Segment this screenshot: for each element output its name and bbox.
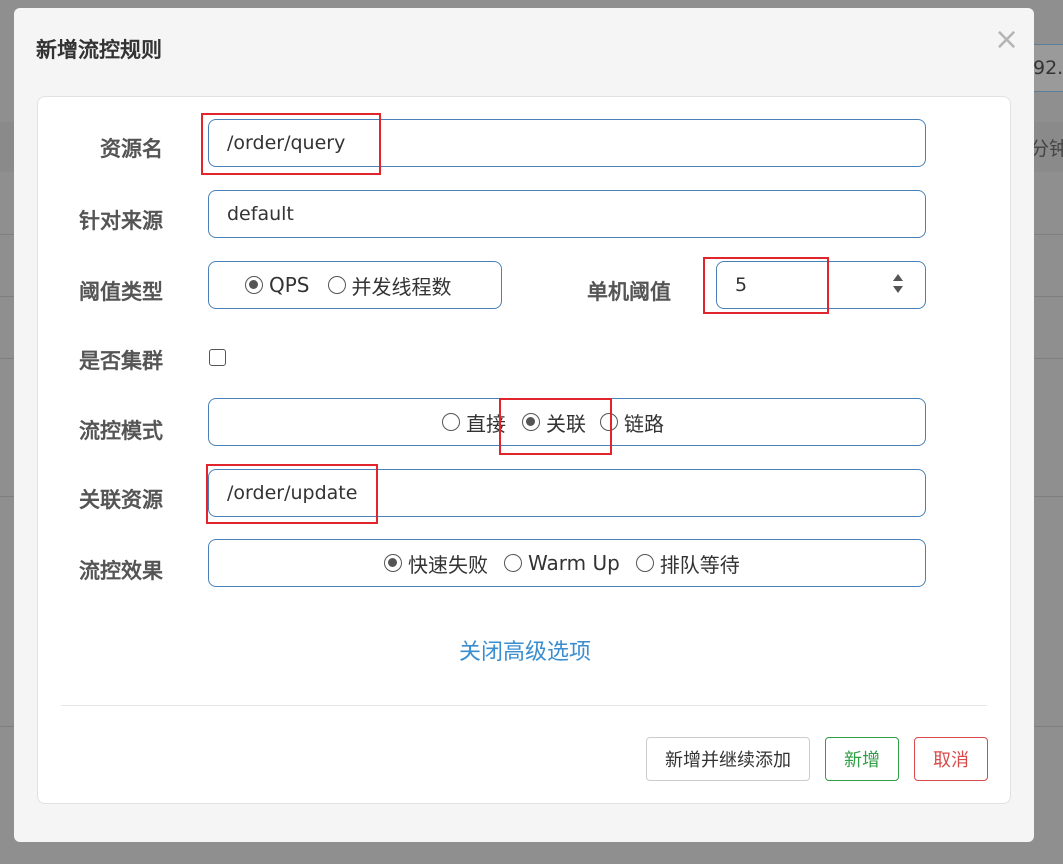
limit-app-label: 针对来源 (79, 209, 163, 233)
radio-unchecked-icon (635, 554, 654, 572)
cancel-button[interactable]: 取消 (914, 737, 988, 781)
grade-option-qps[interactable]: QPS (245, 273, 310, 297)
grade-option-thread[interactable]: 并发线程数 (327, 271, 452, 300)
close-advanced-options-link[interactable]: 关闭高级选项 (38, 634, 1012, 666)
close-icon[interactable]: × (994, 18, 1019, 62)
radio-checked-icon (245, 276, 263, 294)
behavior-option-warm-up[interactable]: Warm Up (504, 551, 620, 575)
strategy-label: 流控模式 (79, 419, 163, 443)
control-behavior-label: 流控效果 (79, 559, 163, 583)
radio-unchecked-icon (442, 413, 460, 431)
rule-form-panel: 资源名 /order/query 针对来源 default 阈值类型 QPS 并… (37, 96, 1011, 804)
ref-resource-label: 关联资源 (79, 488, 163, 512)
radio-unchecked-icon (504, 554, 522, 572)
dialog-title: 新增流控规则 (36, 38, 162, 62)
number-spinner-icon[interactable] (891, 274, 905, 296)
background-column-label: 分钟 (1030, 138, 1063, 160)
add-button[interactable]: 新增 (825, 737, 899, 781)
limit-app-input[interactable]: default (208, 190, 926, 238)
cluster-checkbox[interactable] (209, 349, 226, 366)
add-and-continue-button[interactable]: 新增并继续添加 (646, 737, 810, 781)
behavior-option-fast-fail[interactable]: 快速失败 (384, 549, 488, 578)
resource-label: 资源名 (100, 137, 163, 161)
footer-divider (61, 705, 987, 706)
annotation-box-count (703, 257, 829, 314)
grade-label: 阈值类型 (79, 280, 163, 304)
behavior-option-queue[interactable]: 排队等待 (635, 549, 740, 578)
control-behavior-radio-group: 快速失败 Warm Up 排队等待 (208, 539, 926, 587)
grade-radio-group: QPS 并发线程数 (208, 261, 502, 309)
count-label: 单机阈值 (587, 280, 671, 304)
radio-checked-icon (384, 554, 402, 572)
limit-app-input-value: default (227, 203, 294, 225)
strategy-option-direct[interactable]: 直接 (442, 408, 506, 437)
add-flow-rule-dialog: 新增流控规则 × 资源名 /order/query 针对来源 default 阈… (14, 8, 1034, 842)
annotation-box-resource (201, 113, 381, 175)
cluster-label: 是否集群 (79, 349, 163, 373)
annotation-box-ref-resource (206, 464, 378, 524)
annotation-box-strategy (499, 398, 612, 455)
radio-unchecked-icon (327, 276, 346, 294)
